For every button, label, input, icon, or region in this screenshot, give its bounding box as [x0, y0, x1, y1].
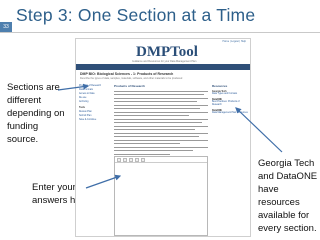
dmptool-logo: DMPTool [136, 44, 198, 60]
text-line [114, 122, 203, 123]
editor-toolbar [115, 157, 207, 163]
text-line [114, 118, 208, 120]
text-line [114, 146, 208, 148]
dmptool-screenshot: Home | Logout | Help DMPTool Guidance an… [75, 38, 251, 237]
text-line [114, 111, 208, 113]
top-links[interactable]: Home | Logout | Help [222, 40, 246, 43]
resources-panel: Resources Georgia Tech Data Types and Fo… [212, 84, 248, 115]
resources-title: Resources [212, 84, 228, 88]
plan-title: DMP BIO: Biological Sciences - 1: Produc… [80, 72, 174, 76]
annotation-sections: Sections are different depending on fund… [7, 82, 65, 145]
text-line [114, 115, 190, 116]
text-line [114, 129, 195, 130]
sidebar-item[interactable]: Archiving [79, 100, 109, 104]
slide-title: Step 3: One Section at a Time [16, 5, 256, 25]
content-heading: Products of Research [114, 84, 146, 88]
resource-link[interactable]: Best Practices: Products of Research [212, 101, 248, 107]
resource-item: DataONE Data Management Plan Resources [212, 110, 248, 115]
text-line [114, 139, 208, 141]
text-line [114, 136, 199, 137]
resource-item: Georgia Tech Data Types and Formats [212, 91, 248, 96]
text-line [114, 108, 201, 109]
answer-text-editor[interactable] [114, 156, 208, 236]
resource-item: DataONE Best Practices: Products of Rese… [212, 99, 248, 107]
title-divider [0, 32, 320, 33]
plan-subtitle: Describe the types of data, samples, mat… [80, 77, 183, 80]
link-icon[interactable] [141, 157, 145, 162]
section-sidebar: Products of Research Data Formats Access… [79, 84, 109, 122]
bold-icon[interactable] [117, 157, 121, 162]
text-line [114, 125, 208, 127]
guidance-content: Products of Research [114, 84, 208, 155]
text-line [114, 153, 171, 155]
text-line [114, 94, 205, 95]
italic-icon[interactable] [123, 157, 127, 162]
resource-link[interactable]: Data Types and Formats [212, 93, 248, 96]
text-line [114, 101, 197, 102]
slide-number: 33 [0, 22, 12, 32]
list-icon[interactable] [135, 157, 139, 162]
text-line [114, 150, 193, 151]
text-line [114, 97, 208, 99]
underline-icon[interactable] [129, 157, 133, 162]
resource-link[interactable]: Data Management Plan Resources [212, 112, 248, 115]
text-line [114, 104, 208, 106]
text-line [114, 132, 208, 134]
header-banner [76, 64, 250, 70]
text-line [114, 143, 180, 144]
logo-tagline: Guidance and Resources for your Data Man… [132, 60, 197, 63]
text-line [114, 90, 208, 92]
annotation-resources: Georgia Tech and DataONE have resources … [258, 158, 318, 234]
sidebar-item[interactable]: Save & Continue [79, 118, 109, 122]
